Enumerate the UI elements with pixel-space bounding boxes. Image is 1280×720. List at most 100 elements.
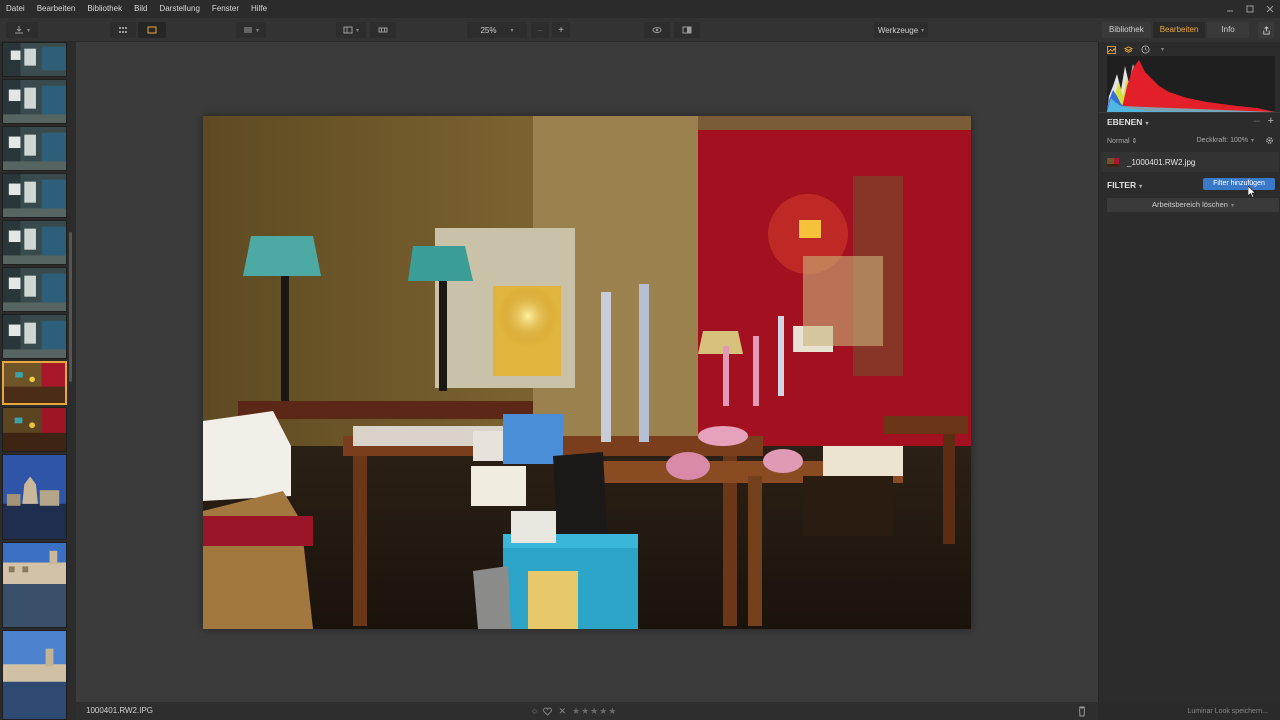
- filmstrip-thumbnail[interactable]: [2, 407, 67, 452]
- filmstrip-icon: [378, 27, 388, 33]
- opacity-select[interactable]: Deckkraft: 100% ▾: [1197, 137, 1254, 144]
- chevron-down-icon: ▾: [510, 27, 514, 34]
- thumbnail-image: [3, 221, 66, 264]
- thumbnail-image: [3, 43, 66, 76]
- bottom-bar: 1000401.RW2.IPG ○ ✕ ★ ★ ★ ★ ★: [76, 702, 1098, 720]
- clear-workspace-label: Arbeitsbereich löschen: [1152, 200, 1228, 209]
- sort-button[interactable]: ▾: [236, 22, 266, 38]
- tools-menu-button[interactable]: Werkzeuge ▾: [874, 22, 928, 38]
- chevron-down-icon: ▾: [355, 27, 359, 34]
- filmstrip-thumbnail[interactable]: [2, 42, 67, 77]
- chevron-down-icon: ▾: [1145, 121, 1149, 127]
- menu-bibliothek[interactable]: Bibliothek: [81, 0, 128, 18]
- thumbnail-image: [3, 455, 66, 539]
- thumbnail-image: [3, 543, 66, 627]
- layers-section-title[interactable]: EBENEN ▾: [1107, 117, 1148, 127]
- trash-icon[interactable]: [1076, 705, 1088, 717]
- add-layer-button[interactable]: +: [1268, 115, 1274, 127]
- image-icon[interactable]: [1107, 45, 1116, 54]
- chevron-down-icon: ▾: [26, 27, 30, 34]
- download-icon: [14, 26, 23, 34]
- close-icon[interactable]: [1266, 5, 1274, 13]
- tab-bearbeiten[interactable]: Bearbeiten: [1152, 22, 1206, 38]
- single-image-icon: [147, 26, 157, 34]
- star-3[interactable]: ★: [590, 706, 598, 717]
- menu-hilfe[interactable]: Hilfe: [245, 0, 273, 18]
- thumbnail-image: [4, 363, 65, 403]
- thumbnail-image: [3, 315, 66, 358]
- minimize-icon[interactable]: [1226, 5, 1234, 13]
- menu-bar: Datei Bearbeiten Bibliothek Bild Darstel…: [0, 0, 1280, 18]
- clear-workspace-button[interactable]: Arbeitsbereich löschen ▾: [1107, 198, 1279, 212]
- edit-panel: ▾ EBENEN ▾ – + Normal ⇕ Deckkraft: 100% ▾ …: [1098, 42, 1280, 702]
- history-icon[interactable]: [1141, 45, 1150, 54]
- gear-icon[interactable]: [1265, 136, 1274, 145]
- filter-section-title[interactable]: FILTER ▾: [1107, 180, 1142, 190]
- menu-fenster[interactable]: Fenster: [206, 0, 245, 18]
- filmstrip-thumbnail-selected[interactable]: [2, 361, 67, 405]
- zoom-out-button[interactable]: –: [531, 22, 549, 38]
- toolbar: ▾ ▾ ▾ 25% ▾ – + Werkzeuge ▾: [0, 18, 1098, 42]
- compare-button[interactable]: [674, 22, 700, 38]
- main-photo[interactable]: [203, 116, 971, 629]
- layers-icon[interactable]: [1124, 45, 1133, 54]
- remove-layer-button[interactable]: –: [1254, 115, 1260, 127]
- share-button[interactable]: [1258, 22, 1274, 38]
- blend-mode-select[interactable]: Normal ⇕: [1107, 137, 1137, 145]
- histogram: [1107, 56, 1275, 112]
- filmstrip-thumbnail[interactable]: [2, 454, 67, 540]
- single-view-button[interactable]: [138, 22, 166, 38]
- share-icon: [1262, 25, 1270, 35]
- heart-icon[interactable]: [543, 706, 553, 716]
- add-filter-button[interactable]: Filter hinzufügen: [1203, 178, 1275, 190]
- filmstrip-toggle-button[interactable]: [370, 22, 396, 38]
- maximize-icon[interactable]: [1246, 5, 1254, 13]
- zoom-select[interactable]: 25% ▾: [467, 22, 527, 38]
- filter-title: FILTER: [1107, 180, 1137, 190]
- star-5[interactable]: ★: [608, 706, 616, 717]
- filmstrip-thumbnail[interactable]: [2, 220, 67, 265]
- reject-icon[interactable]: ✕: [558, 706, 566, 717]
- panel-icons: ▾: [1107, 45, 1164, 54]
- gallery-view-button[interactable]: [110, 22, 136, 38]
- filmstrip-thumbnail[interactable]: [2, 267, 67, 312]
- zoom-value: 25%: [480, 25, 497, 35]
- filmstrip-scroll-thumb[interactable]: [69, 232, 72, 382]
- panel-footer: Luminar Look speichern...: [1098, 702, 1280, 720]
- chevron-down-icon[interactable]: ▾: [1161, 46, 1164, 53]
- zoom-in-button[interactable]: +: [552, 22, 570, 38]
- panel-layout-button[interactable]: ▾: [336, 22, 366, 38]
- star-2[interactable]: ★: [581, 706, 589, 717]
- menu-bild[interactable]: Bild: [128, 0, 153, 18]
- layer-item[interactable]: _1000401.RW2.jpg: [1101, 152, 1279, 172]
- star-1[interactable]: ★: [572, 706, 580, 717]
- color-label-icon[interactable]: ○: [532, 706, 537, 716]
- chevron-down-icon: ▾: [255, 27, 259, 34]
- chevron-down-icon: ▾: [921, 27, 925, 34]
- window-controls: [1226, 0, 1274, 18]
- photo-image: [203, 116, 971, 629]
- image-canvas[interactable]: [76, 42, 1098, 702]
- filmstrip-thumbnail[interactable]: [2, 630, 67, 720]
- import-button[interactable]: ▾: [6, 22, 38, 38]
- file-name: 1000401.RW2.IPG: [86, 706, 154, 715]
- eye-icon: [652, 27, 662, 33]
- star-4[interactable]: ★: [599, 706, 607, 717]
- tab-bibliothek[interactable]: Bibliothek: [1102, 22, 1151, 38]
- menu-datei[interactable]: Datei: [0, 0, 31, 18]
- grid-icon: [119, 27, 127, 33]
- split-view-icon: [682, 26, 692, 34]
- tab-info[interactable]: Info: [1207, 22, 1249, 38]
- thumbnail-image: [3, 408, 66, 451]
- opacity-value: Deckkraft: 100%: [1196, 137, 1248, 144]
- filmstrip-thumbnail[interactable]: [2, 126, 67, 171]
- menu-bearbeiten[interactable]: Bearbeiten: [31, 0, 82, 18]
- filmstrip-thumbnail[interactable]: [2, 173, 67, 218]
- filmstrip-thumbnail[interactable]: [2, 79, 67, 124]
- preview-button[interactable]: [644, 22, 670, 38]
- save-look-button[interactable]: Luminar Look speichern...: [1187, 702, 1268, 720]
- filmstrip-thumbnail[interactable]: [2, 542, 67, 628]
- filmstrip-thumbnail[interactable]: [2, 314, 67, 359]
- tools-label: Werkzeuge: [877, 25, 919, 35]
- menu-darstellung[interactable]: Darstellung: [153, 0, 205, 18]
